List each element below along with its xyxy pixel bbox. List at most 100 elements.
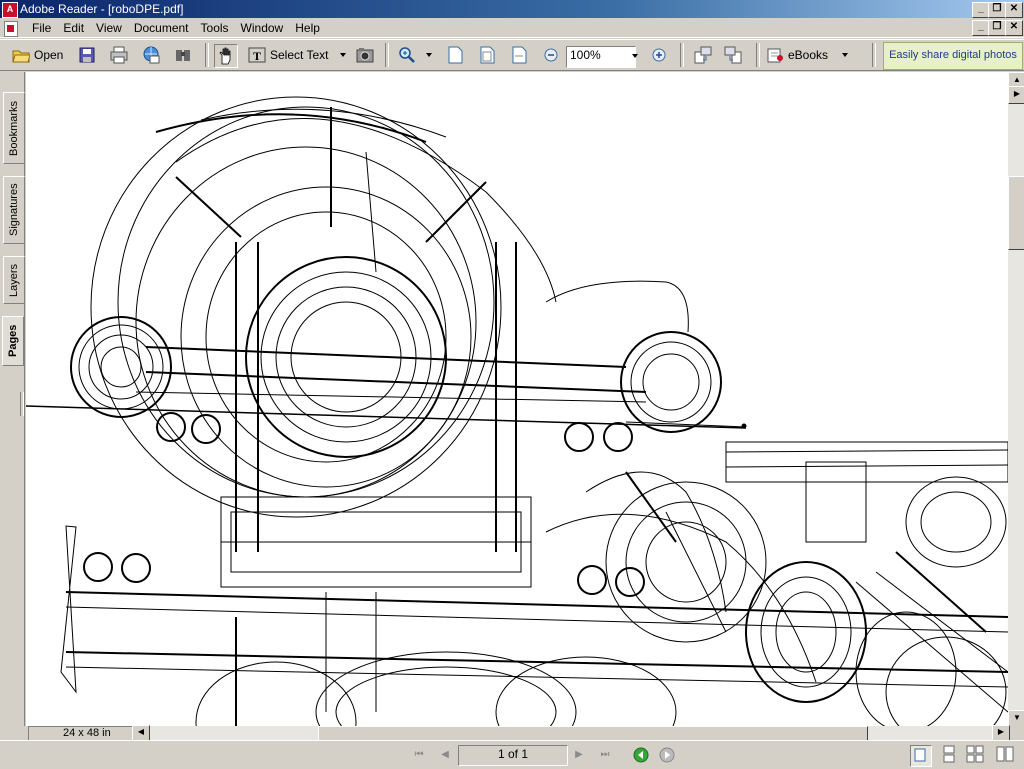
rotate-page-ccw-icon [724,46,742,64]
wireframe-robot-drawing [26,96,1008,726]
search-binoculars-button[interactable] [174,44,192,66]
fit-page-button[interactable] [478,44,496,66]
toolbar-separator [872,43,876,67]
actual-size-button[interactable] [446,44,464,66]
tab-bookmarks[interactable]: Bookmarks [3,92,25,164]
status-bar: ⏮ ◀ 1 of 1 ▶ ⏭ [0,740,1024,768]
camera-icon [356,46,374,64]
chevron-down-icon[interactable] [340,53,347,57]
ebooks-button[interactable]: eBooks [766,44,849,66]
easily-share-photos-button[interactable]: Easily share digital photos [883,42,1023,70]
open-button[interactable]: Open [12,44,63,66]
select-text-tool-button[interactable]: T Select Text [248,44,347,66]
menu-bar: File Edit View Document Tools Window Hel… [0,18,1024,38]
save-disk-icon [78,46,96,64]
split-view-handle-icon[interactable]: ▶ [1008,86,1024,104]
go-back-icon[interactable] [632,747,650,763]
toolbar: Open T Select Text 100% eBooks Easily sh… [0,39,1024,71]
hand-icon [217,47,235,65]
rotate-page-icon [694,46,712,64]
menu-edit[interactable]: Edit [57,21,90,35]
magnifier-icon [398,46,416,64]
zoom-level-field[interactable]: 100% [566,46,636,68]
page-number-field[interactable]: 1 of 1 [458,745,568,766]
zoom-dropdown-chevron-icon[interactable] [632,54,638,58]
single-page-icon [914,748,926,762]
horizontal-scrollbar[interactable]: ◀ ▶ [132,725,1010,742]
restore-window-button[interactable]: ❐ [988,2,1006,18]
navigation-tabs: Bookmarks Signatures Layers Pages [0,72,25,740]
next-page-icon[interactable]: ▶ [570,747,588,763]
zoom-out-icon [542,46,560,64]
hand-tool-button[interactable] [214,44,238,68]
email-globe-icon [142,46,160,64]
snapshot-tool-button[interactable] [356,44,374,66]
single-page-view-button[interactable] [910,745,932,767]
menu-window[interactable]: Window [235,21,290,35]
facing-pages-icon [966,745,984,763]
title-bar: A Adobe Reader - [roboDPE.pdf] _ ❐ ✕ [0,0,1024,18]
toolbar-separator [205,43,209,67]
zoom-in-tool-button[interactable] [398,44,432,66]
print-button[interactable] [110,44,128,66]
printer-icon [110,46,128,64]
fit-width-button[interactable] [510,44,528,66]
window-title: Adobe Reader - [roboDPE.pdf] [20,2,184,16]
tab-layers-label: Layers [8,263,20,297]
doc-close-button[interactable]: ✕ [1005,20,1023,36]
chevron-down-icon[interactable] [842,53,849,57]
horizontal-scroll-row: 24 x 48 in ◀ ▶ [0,725,1024,742]
menu-tools[interactable]: Tools [195,21,235,35]
menu-document[interactable]: Document [128,21,195,35]
email-button[interactable] [142,44,160,66]
zoom-in-icon [650,46,668,64]
toolbar-separator [680,43,684,67]
vertical-scroll-thumb[interactable] [1008,176,1024,250]
tab-signatures[interactable]: Signatures [3,176,25,244]
tab-layers[interactable]: Layers [3,256,25,304]
toolbar-separator [385,43,389,67]
menu-file[interactable]: File [26,21,57,35]
continuous-page-icon [943,745,955,763]
page-fit-icon [478,46,496,64]
scroll-left-arrow-icon[interactable]: ◀ [132,725,150,741]
select-text-label: Select Text [270,48,329,62]
facing-view-button[interactable] [966,745,986,765]
zoom-out-button[interactable] [542,44,560,66]
chevron-down-icon[interactable] [426,53,432,57]
ebook-icon [766,46,784,64]
menu-view[interactable]: View [90,21,128,35]
tab-bookmarks-label: Bookmarks [8,100,20,156]
adobe-reader-icon: A [2,2,18,18]
svg-text:T: T [253,49,261,63]
tab-pages-label: Pages [7,324,19,358]
continuous-view-button[interactable] [940,745,960,765]
go-forward-icon[interactable] [658,747,676,763]
open-folder-icon [12,46,31,64]
tab-pages[interactable]: Pages [2,316,24,366]
toolbar-separator [756,43,760,67]
last-page-icon[interactable]: ⏭ [596,747,614,763]
rotate-counterclockwise-button[interactable] [724,44,742,66]
scroll-right-arrow-icon[interactable]: ▶ [992,725,1010,741]
previous-page-icon[interactable]: ◀ [436,747,454,763]
close-window-button[interactable]: ✕ [1005,2,1023,18]
vertical-scrollbar[interactable]: ▲ ▶ ▼ [1008,72,1024,728]
menu-help[interactable]: Help [289,21,326,35]
rotate-clockwise-button[interactable] [694,44,712,66]
zoom-in-button[interactable] [650,44,668,66]
panel-splitter-handle[interactable] [20,392,24,416]
save-button[interactable] [78,44,96,66]
document-icon[interactable] [4,21,18,37]
page-fit-width-icon [510,46,528,64]
text-cursor-icon: T [248,46,266,64]
page-size-text: 24 x 48 in [63,727,111,739]
tab-signatures-label: Signatures [8,183,20,237]
document-view[interactable] [26,72,1008,726]
continuous-facing-icon [996,746,1014,762]
first-page-icon[interactable]: ⏮ [410,747,428,763]
continuous-facing-view-button[interactable] [996,745,1016,765]
ebooks-label: eBooks [788,48,829,62]
page-actual-size-icon [446,46,464,64]
doc-restore-button[interactable]: ❐ [988,20,1006,36]
